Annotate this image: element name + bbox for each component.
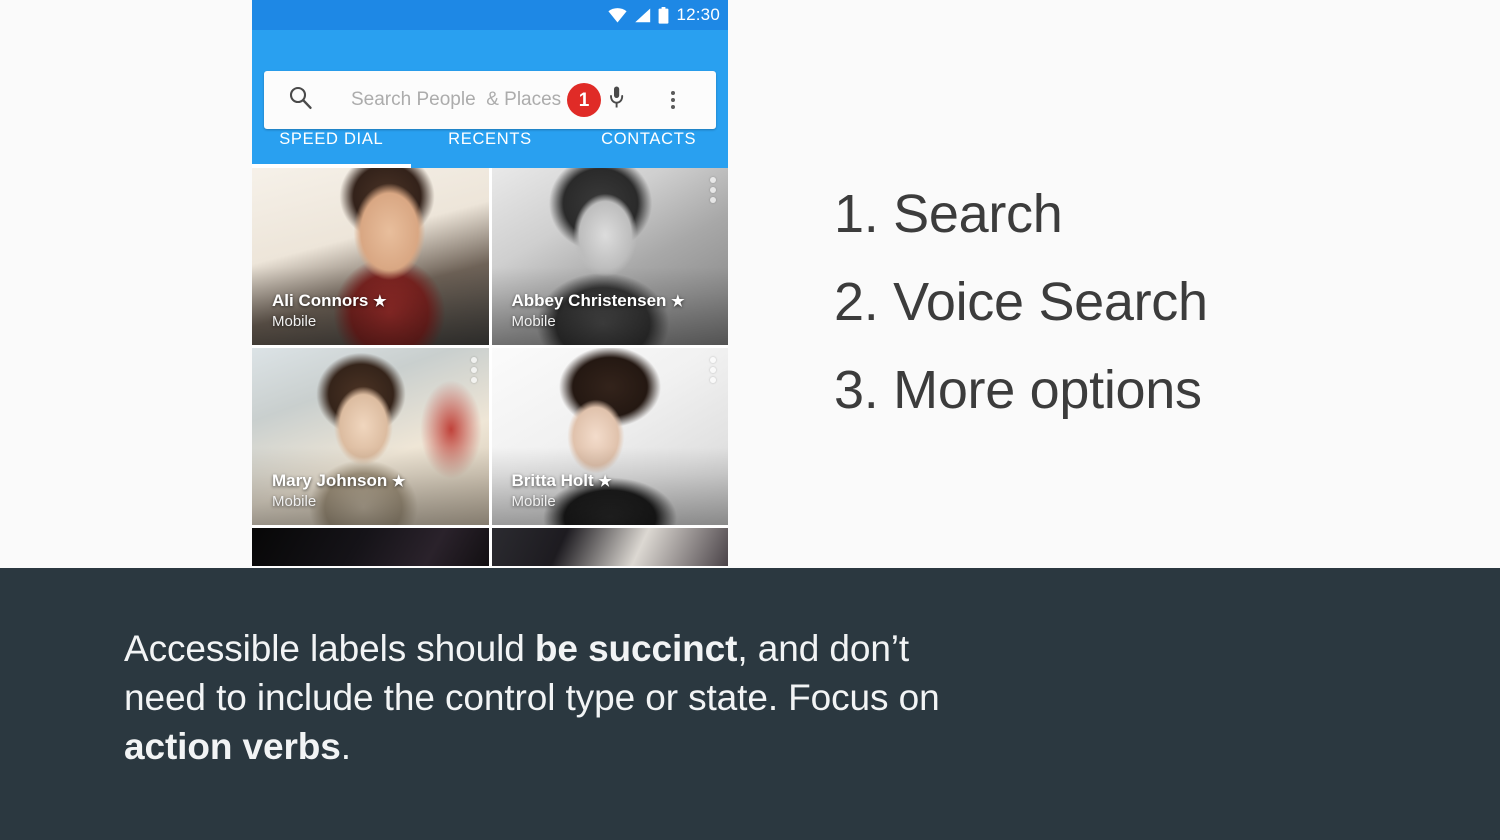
star-icon: ★ <box>391 473 406 491</box>
speed-dial-grid: Ali Connors ★ Mobile Abbey Christensen ★… <box>252 168 728 566</box>
caption-band: Accessible labels should be succinct, an… <box>0 568 1500 840</box>
contact-subtitle: Mobile <box>511 492 556 510</box>
contact-name-text: Britta Holt <box>511 471 594 491</box>
annotation-legend: 1. Search 2. Voice Search 3. More option… <box>834 170 1434 434</box>
caption-run: . <box>340 726 351 767</box>
wifi-icon <box>608 7 628 22</box>
star-icon: ★ <box>373 293 387 311</box>
contact-photo <box>491 528 728 566</box>
contact-subtitle: Mobile <box>272 312 317 330</box>
contact-card[interactable]: Ali Connors ★ Mobile <box>252 168 489 345</box>
contact-photo <box>252 528 489 566</box>
tab-bar: SPEED DIAL RECENTS CONTACTS <box>252 116 728 168</box>
status-bar: 12:30 <box>252 0 728 30</box>
star-icon: ★ <box>598 473 612 491</box>
tab-label: RECENTS <box>448 129 532 148</box>
contact-name: Mary Johnson ★ <box>272 471 405 491</box>
overflow-dot <box>470 357 477 363</box>
star-icon: ★ <box>671 293 685 311</box>
contact-card[interactable]: Abbey Christensen ★ Mobile <box>491 168 728 345</box>
overflow-dot <box>710 357 716 363</box>
tab-contacts[interactable]: CONTACTS <box>569 116 728 168</box>
contact-name: Ali Connors ★ <box>272 291 387 311</box>
contact-name-text: Mary Johnson <box>272 471 388 491</box>
card-overflow-menu-icon[interactable] <box>710 357 716 383</box>
tab-label: SPEED DIAL <box>279 129 384 148</box>
contact-card-partial[interactable] <box>252 528 489 566</box>
legend-item-3: 3. More options <box>834 360 1202 420</box>
overflow-dot <box>671 105 675 109</box>
overflow-dot <box>470 367 477 373</box>
annotation-badge-1: 1 <box>567 83 601 117</box>
microphone-icon[interactable] <box>609 86 624 115</box>
caption-text: Accessible labels should be succinct, an… <box>124 624 984 771</box>
caption-emphasis: be succinct <box>534 628 738 669</box>
contact-name-text: Ali Connors <box>272 291 369 311</box>
legend-item-1: 1. Search <box>834 184 1063 244</box>
phone-mockup: 12:30 Search People & Places 1 SPEED DIA… <box>252 0 728 568</box>
contact-name: Britta Holt ★ <box>512 471 612 491</box>
overflow-dot <box>671 91 675 95</box>
tab-label: CONTACTS <box>601 129 697 148</box>
contact-card-text: Mary Johnson ★ Mobile <box>272 471 405 511</box>
overflow-dot <box>470 377 477 383</box>
contact-name: Abbey Christensen ★ <box>512 291 685 311</box>
overflow-dot <box>710 177 716 183</box>
contact-name-text: Abbey Christensen <box>511 291 667 311</box>
overflow-dot <box>710 197 716 203</box>
page-root: 12:30 Search People & Places 1 SPEED DIA… <box>0 0 1500 840</box>
app-bar: Search People & Places 1 2 3 <box>252 30 728 168</box>
search-icon[interactable] <box>288 85 313 115</box>
caption-run: Accessible labels should <box>124 628 535 669</box>
contact-card-text: Britta Holt ★ Mobile <box>512 471 612 511</box>
contact-card[interactable]: Mary Johnson ★ Mobile <box>252 348 489 525</box>
contact-card-text: Abbey Christensen ★ Mobile <box>512 291 685 331</box>
overflow-dot <box>710 377 716 383</box>
overflow-dot <box>710 187 716 193</box>
caption-emphasis: action verbs <box>124 726 341 767</box>
cellular-signal-icon <box>635 8 651 22</box>
overflow-menu-icon[interactable] <box>671 91 675 109</box>
contact-subtitle: Mobile <box>272 492 317 510</box>
overflow-dot <box>710 367 716 373</box>
card-overflow-menu-icon[interactable] <box>470 357 477 383</box>
battery-icon <box>659 6 669 24</box>
search-placeholder-text: Search People & Places <box>351 89 562 110</box>
contact-card[interactable]: Britta Holt ★ Mobile <box>491 348 728 525</box>
contact-card-partial[interactable] <box>491 528 728 566</box>
legend-item-2: 2. Voice Search <box>834 272 1208 332</box>
overflow-dot <box>671 98 675 102</box>
contact-subtitle: Mobile <box>511 312 556 330</box>
tab-speed-dial[interactable]: SPEED DIAL <box>252 116 411 168</box>
contact-card-text: Ali Connors ★ Mobile <box>272 291 387 331</box>
tab-recents[interactable]: RECENTS <box>411 116 570 168</box>
card-overflow-menu-icon[interactable] <box>710 177 716 203</box>
status-bar-time: 12:30 <box>676 5 720 24</box>
